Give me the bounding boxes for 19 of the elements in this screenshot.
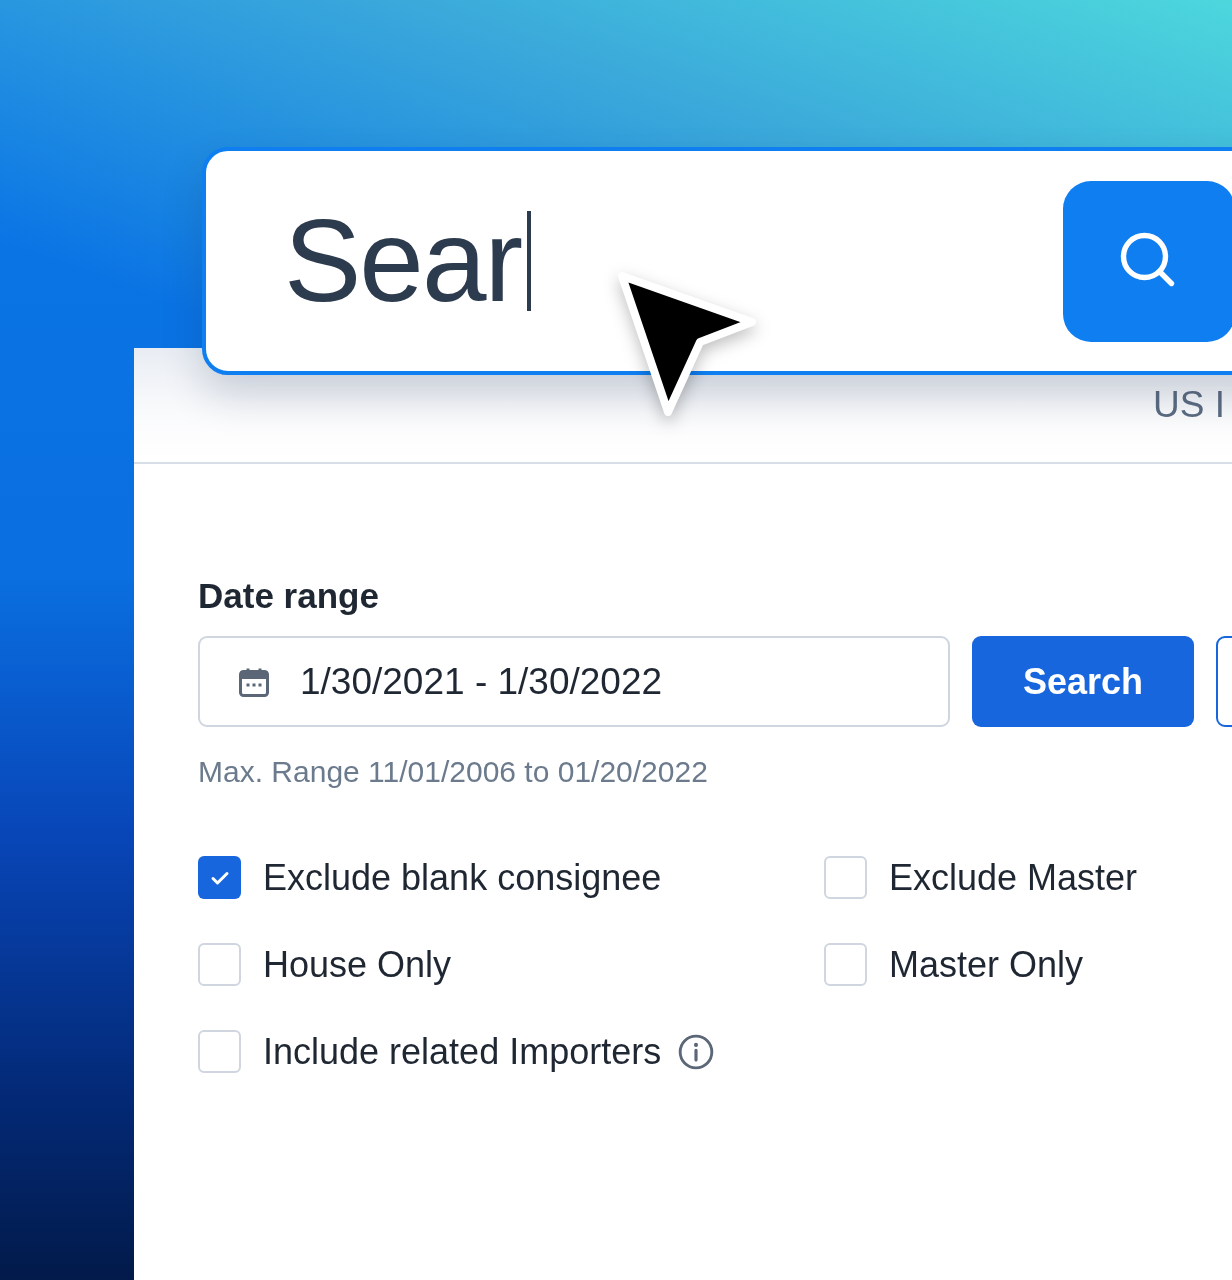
option-label: Exclude blank consignee	[263, 856, 662, 899]
info-icon[interactable]	[677, 1032, 716, 1071]
field-label: Date range	[198, 576, 380, 616]
query-input[interactable]: Sear	[202, 147, 1232, 375]
search-button[interactable]: Search	[972, 636, 1194, 727]
range-hint: Max. Range 11/01/2006 to 01/20/2022	[198, 755, 709, 789]
option-label: Master Only	[889, 943, 1084, 986]
option-label: Exclude Master	[889, 856, 1138, 899]
search-icon-button[interactable]	[1063, 180, 1232, 342]
date-range-field[interactable]: 1/30/2021 - 1/30/2022	[198, 636, 950, 727]
checkbox[interactable]	[198, 1030, 241, 1073]
search-text: Sear	[284, 195, 522, 328]
option-label: House Only	[263, 943, 452, 986]
checkbox[interactable]	[824, 943, 867, 986]
checkbox[interactable]	[198, 943, 241, 986]
checkbox[interactable]	[198, 856, 241, 899]
header-title: US I	[1153, 384, 1225, 426]
option-label: Include related Importers	[263, 1030, 662, 1073]
checkbox[interactable]	[824, 856, 867, 899]
